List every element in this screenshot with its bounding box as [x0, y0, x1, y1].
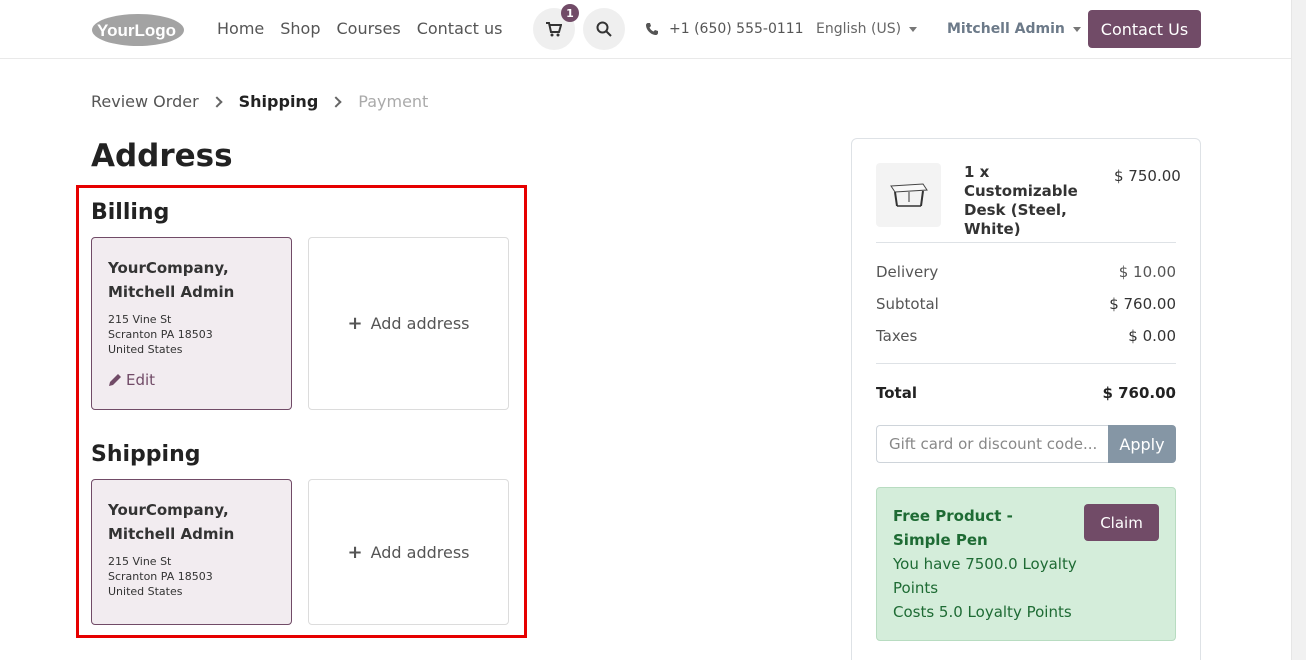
divider [876, 242, 1176, 243]
chevron-right-icon [210, 95, 223, 108]
desk-icon [889, 183, 928, 207]
breadcrumb-review-order[interactable]: Review Order [91, 92, 199, 111]
billing-title: Billing [91, 200, 170, 225]
claim-button[interactable]: Claim [1084, 504, 1159, 541]
language-label: English (US) [816, 21, 902, 37]
phone-icon [646, 23, 658, 35]
delivery-label: Delivery [876, 263, 939, 281]
billing-street: 215 Vine St [108, 313, 172, 326]
subtotal-value: $ 760.00 [1109, 295, 1176, 313]
edit-billing-link[interactable]: Edit [108, 371, 275, 389]
shipping-address-name: YourCompany, Mitchell Admin [108, 501, 235, 543]
shipping-city: Scranton PA 18503 [108, 570, 213, 583]
nav-contact-us[interactable]: Contact us [417, 19, 503, 38]
billing-city: Scranton PA 18503 [108, 328, 213, 341]
checkout-breadcrumb: Review Order Shipping Payment [91, 92, 428, 111]
add-shipping-address-label: Add address [370, 542, 470, 562]
delivery-row: Delivery $ 10.00 [876, 263, 1176, 281]
logo-icon: YourLogo [92, 14, 184, 46]
billing-address-name: YourCompany, Mitchell Admin [108, 259, 235, 301]
logo-text: YourLogo [97, 21, 176, 40]
subtotal-label: Subtotal [876, 295, 939, 313]
nav-courses[interactable]: Courses [337, 19, 401, 38]
delivery-value: $ 10.00 [1118, 263, 1176, 281]
nav-home[interactable]: Home [217, 19, 264, 38]
language-selector[interactable]: English (US) [816, 21, 918, 37]
shipping-street: 215 Vine St [108, 555, 172, 568]
main-nav: Home Shop Courses Contact us [217, 19, 503, 38]
coupon-input[interactable]: Gift card or discount code... [876, 425, 1108, 463]
total-row: Total $ 760.00 [876, 384, 1176, 402]
product-name: 1 x Customizable Desk (Steel, White) [964, 163, 1078, 238]
divider [876, 363, 1176, 364]
chevron-down-icon [909, 26, 918, 32]
taxes-label: Taxes [876, 327, 918, 345]
taxes-value: $ 0.00 [1128, 327, 1176, 345]
breadcrumb-payment: Payment [358, 92, 429, 111]
cart-count-badge: 1 [561, 4, 579, 22]
billing-address-lines: 215 Vine St Scranton PA 18503 United Sta… [108, 312, 275, 357]
shipping-address-lines: 215 Vine St Scranton PA 18503 United Sta… [108, 554, 275, 599]
cart-button[interactable]: 1 [533, 4, 579, 50]
nav-shop[interactable]: Shop [280, 19, 320, 38]
user-name: Mitchell Admin [947, 21, 1065, 37]
reward-card: Free Product - Simple Pen You have 7500.… [876, 487, 1176, 641]
reward-description: You have 7500.0 Loyalty Points Costs 5.0… [893, 552, 1093, 624]
billing-address-card[interactable]: YourCompany, Mitchell Admin 215 Vine St … [91, 237, 292, 410]
total-value: $ 760.00 [1102, 384, 1176, 402]
reward-cost-line: Costs 5.0 Loyalty Points [893, 603, 1072, 621]
page-scrollbar[interactable] [1291, 0, 1306, 660]
billing-country: United States [108, 343, 183, 356]
coupon-form: Gift card or discount code... Apply [876, 425, 1176, 463]
subtotal-row: Subtotal $ 760.00 [876, 295, 1176, 313]
shipping-title: Shipping [91, 442, 201, 467]
contact-us-button[interactable]: Contact Us [1088, 10, 1201, 48]
cart-icon [546, 21, 562, 36]
apply-coupon-button[interactable]: Apply [1108, 425, 1176, 463]
reward-title: Free Product - Simple Pen [893, 507, 1013, 549]
phone-number: +1 (650) 555-0111 [669, 21, 804, 37]
phone-link[interactable]: +1 (650) 555-0111 [645, 21, 804, 37]
pencil-icon [109, 374, 121, 386]
product-image [876, 163, 941, 227]
shipping-country: United States [108, 585, 183, 598]
search-button[interactable] [583, 8, 625, 50]
chevron-down-icon [1072, 26, 1081, 32]
page-title: Address [91, 138, 233, 174]
site-logo[interactable]: YourLogo [91, 12, 185, 48]
edit-label: Edit [126, 371, 156, 389]
site-header: YourLogo Home Shop Courses Contact us 1 … [0, 0, 1291, 59]
shipping-address-card[interactable]: YourCompany, Mitchell Admin 215 Vine St … [91, 479, 292, 625]
breadcrumb-shipping: Shipping [238, 92, 319, 111]
search-icon [596, 21, 612, 37]
add-billing-address-button[interactable]: + Add address [308, 237, 509, 410]
total-label: Total [876, 384, 917, 402]
scrollbar-thumb[interactable] [1295, 0, 1303, 660]
taxes-row: Taxes $ 0.00 [876, 327, 1176, 345]
reward-points-line: You have 7500.0 Loyalty Points [893, 555, 1077, 597]
plus-icon: + [347, 313, 363, 334]
plus-icon: + [347, 541, 363, 563]
order-summary: 1 x Customizable Desk (Steel, White) $ 7… [851, 138, 1201, 660]
chevron-right-icon [330, 95, 342, 108]
product-price: $ 750.00 [1114, 167, 1181, 185]
add-billing-address-label: Add address [370, 314, 470, 333]
add-shipping-address-button[interactable]: + Add address [308, 479, 509, 625]
user-menu[interactable]: Mitchell Admin [947, 21, 1081, 37]
